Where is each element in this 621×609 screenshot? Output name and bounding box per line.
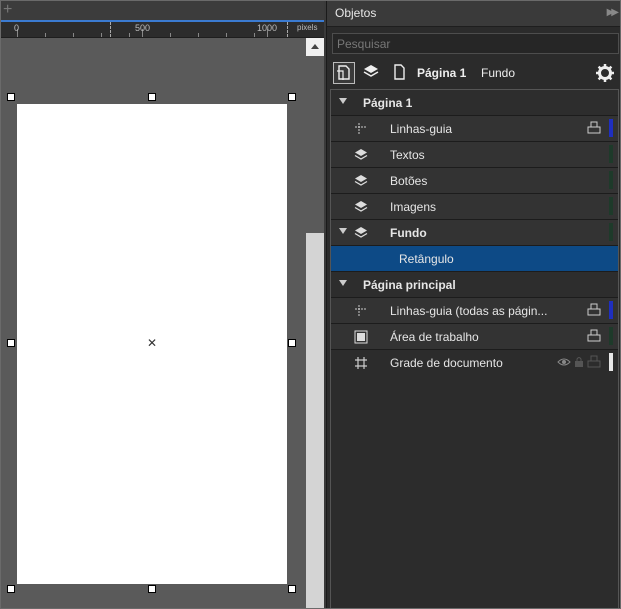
printer-icon[interactable] [587, 303, 601, 317]
page-icon [394, 64, 405, 80]
ruler-unit: pixels [297, 23, 318, 32]
ruler-label-500: 500 [135, 23, 151, 33]
ruler-label-0: 0 [14, 23, 20, 33]
current-page-label[interactable]: Página 1 [417, 66, 466, 80]
layer-icon [354, 175, 368, 186]
canvas-area[interactable]: + 0 500 1000 pixels ✕ [0, 0, 324, 609]
search-input[interactable]: Pesquisar [332, 33, 619, 54]
artboard-icon [354, 330, 368, 344]
resize-handle-ml[interactable] [7, 339, 15, 347]
collapse-panel-icon[interactable]: ▶▶ [607, 7, 620, 18]
objects-tree: Página 1 Linhas-guia Textos Botões Image… [330, 89, 619, 609]
tree-label: Imagens [390, 200, 437, 214]
color-bar [609, 353, 613, 371]
layer-icon [354, 227, 368, 238]
color-bar [609, 145, 613, 163]
center-marker-icon[interactable]: ✕ [146, 337, 158, 349]
panel-header: Objetos ▶▶ [327, 0, 621, 27]
document-tab-strip: + [0, 0, 324, 22]
color-bar [609, 327, 613, 345]
tree-label: Linhas-guia (todas as págin... [390, 304, 548, 318]
tree-label: Página 1 [363, 96, 413, 110]
tree-label: Página principal [363, 278, 456, 292]
layers-icon [363, 65, 379, 77]
layer-icon [354, 201, 368, 212]
scroll-up-icon[interactable] [306, 38, 324, 56]
tree-row-document-grid[interactable]: Grade de documento [331, 350, 618, 376]
scroll-thumb[interactable] [306, 233, 324, 609]
resize-handle-tc[interactable] [148, 93, 156, 101]
page-objects-button[interactable] [333, 62, 355, 84]
tree-row-buttons[interactable]: Botões [331, 168, 618, 194]
gear-icon [596, 64, 614, 82]
ruler-label-1000: 1000 [257, 23, 278, 33]
layers-button[interactable] [361, 62, 383, 84]
canvas-margin [0, 38, 324, 58]
panel-title: Objetos [335, 6, 377, 20]
tree-row-guides-all[interactable]: Linhas-guia (todas as págin... [331, 298, 618, 324]
expand-arrow-icon[interactable] [339, 98, 347, 104]
resize-handle-tr[interactable] [288, 93, 296, 101]
tree-label: Linhas-guia [390, 122, 453, 136]
color-bar [609, 223, 613, 241]
current-layer-label[interactable]: Fundo [481, 66, 515, 80]
printer-icon[interactable] [587, 121, 601, 135]
color-bar [609, 197, 613, 215]
lock-icon[interactable] [574, 356, 584, 368]
resize-handle-bl[interactable] [7, 585, 15, 593]
printer-icon[interactable] [587, 355, 601, 369]
horizontal-ruler: 0 500 1000 pixels [0, 22, 324, 38]
tree-row-workspace[interactable]: Área de trabalho [331, 324, 618, 350]
page-objects-icon [337, 65, 350, 80]
tree-label: Fundo [390, 226, 427, 240]
scroll-track[interactable] [306, 56, 324, 233]
guides-icon [355, 305, 367, 317]
color-bar [609, 119, 613, 137]
tree-label: Textos [390, 148, 425, 162]
layer-icon [354, 149, 368, 160]
tree-row-texts[interactable]: Textos [331, 142, 618, 168]
resize-handle-tl[interactable] [7, 93, 15, 101]
tree-row-page1[interactable]: Página 1 [331, 90, 618, 116]
tree-row-master-page[interactable]: Página principal [331, 272, 618, 298]
grid-icon [355, 357, 367, 369]
tree-label: Retângulo [399, 252, 454, 266]
color-bar [609, 301, 613, 319]
page-button[interactable] [389, 62, 411, 84]
tree-row-background-layer[interactable]: Fundo [331, 220, 618, 246]
tree-row-rectangle[interactable]: Retângulo [331, 246, 618, 272]
tree-row-images[interactable]: Imagens [331, 194, 618, 220]
resize-handle-bc[interactable] [148, 585, 156, 593]
settings-button[interactable] [595, 63, 617, 85]
tree-label: Área de trabalho [390, 330, 479, 344]
color-bar [609, 171, 613, 189]
tree-row-guides[interactable]: Linhas-guia [331, 116, 618, 142]
tree-label: Botões [390, 174, 428, 188]
expand-arrow-icon[interactable] [339, 280, 347, 286]
add-icon[interactable]: + [3, 2, 12, 18]
objects-panel: Objetos ▶▶ Pesquisar Página 1 Fundo Pági… [326, 0, 621, 609]
resize-handle-br[interactable] [288, 585, 296, 593]
objects-toolbar: Página 1 Fundo [327, 58, 621, 88]
guides-icon [355, 123, 367, 135]
visibility-eye-icon[interactable] [557, 356, 571, 368]
printer-icon[interactable] [587, 329, 601, 343]
vertical-scrollbar[interactable] [306, 38, 324, 609]
tree-label: Grade de documento [390, 356, 503, 370]
resize-handle-mr[interactable] [288, 339, 296, 347]
expand-arrow-icon[interactable] [339, 228, 347, 234]
